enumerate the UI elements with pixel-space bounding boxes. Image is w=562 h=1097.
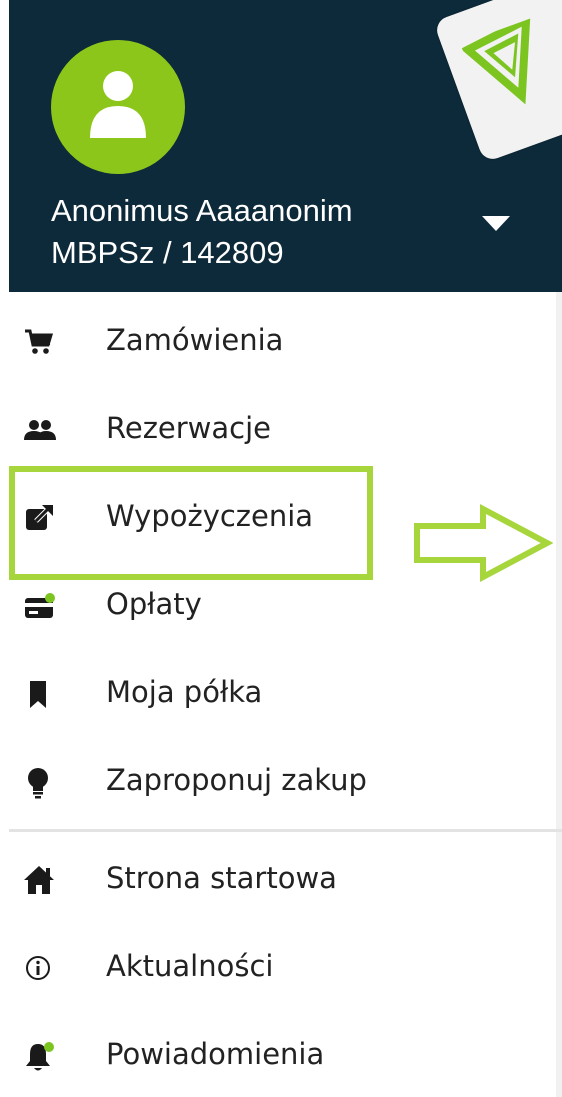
left-edge (0, 0, 9, 1097)
scrim-edge (556, 292, 562, 1097)
menu-label: Zaproponuj zakup (106, 763, 367, 797)
menu-label: Opłaty (106, 587, 202, 621)
info-icon (23, 952, 55, 984)
menu-item-home[interactable]: Strona startowa (9, 836, 556, 924)
library-card-image (433, 0, 562, 163)
menu-label: Strona startowa (106, 861, 337, 895)
user-icon (90, 71, 146, 138)
menu-item-notifications[interactable]: Powiadomienia (9, 1012, 556, 1097)
arrow-right-icon (414, 504, 553, 582)
drawer-header: Anonimus Aaaanonim MBPSz / 142809 (9, 0, 562, 292)
users-icon (23, 414, 56, 446)
menu-item-my-shelf[interactable]: Moja półka (9, 650, 556, 738)
highlight-box (9, 466, 373, 580)
menu-label: Rezerwacje (106, 411, 272, 445)
menu-label: Powiadomienia (106, 1037, 325, 1071)
menu-item-news[interactable]: Aktualności (9, 924, 556, 1012)
menu-item-suggest-purchase[interactable]: Zaproponuj zakup (9, 738, 556, 826)
account-dropdown-toggle[interactable] (482, 216, 510, 231)
user-info: Anonimus Aaaanonim MBPSz / 142809 (51, 190, 353, 274)
cart-icon (23, 326, 55, 358)
lightbulb-icon (23, 766, 55, 799)
menu-label: Aktualności (106, 949, 274, 983)
menu-label: Zamówienia (106, 323, 284, 357)
credit-card-icon (23, 590, 55, 622)
menu-item-reservations[interactable]: Rezerwacje (9, 386, 556, 474)
library-logo-icon (460, 13, 531, 105)
menu-divider (9, 829, 562, 832)
menu-label: Moja półka (106, 675, 263, 709)
bookmark-icon (23, 678, 55, 710)
app-screen: Anonimus Aaaanonim MBPSz / 142809 Zamówi… (0, 0, 562, 1097)
avatar (51, 40, 185, 174)
home-icon (23, 864, 55, 896)
menu-item-orders[interactable]: Zamówienia (9, 298, 556, 386)
user-name: Anonimus Aaaanonim (51, 193, 353, 228)
user-account: MBPSz / 142809 (51, 235, 284, 270)
bell-icon (23, 1040, 55, 1072)
